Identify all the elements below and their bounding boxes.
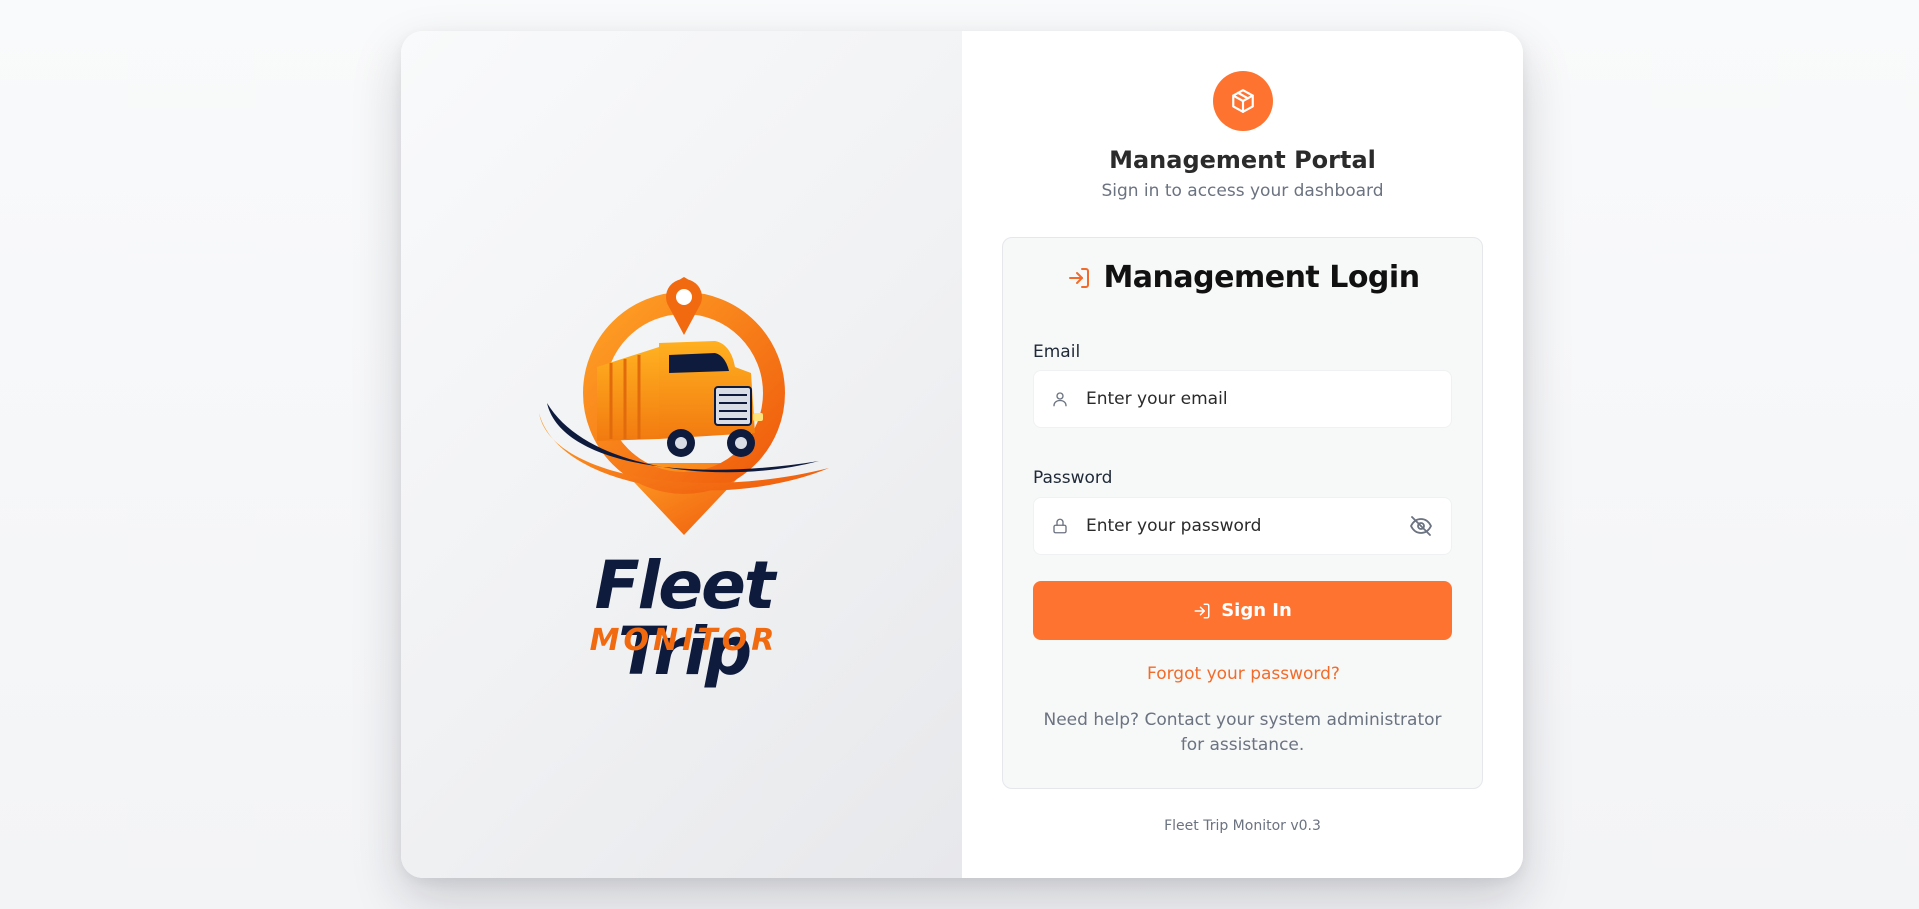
fleet-trip-monitor-logo: Fleet Trip MONITOR xyxy=(519,263,849,685)
email-field[interactable] xyxy=(1033,370,1452,428)
sign-in-button[interactable]: Sign In xyxy=(1033,581,1452,640)
lock-icon xyxy=(1050,516,1070,536)
sign-in-button-label: Sign In xyxy=(1221,600,1292,621)
help-text: Need help? Contact your system administr… xyxy=(1043,710,1442,755)
user-icon xyxy=(1050,389,1070,409)
forgot-password-link[interactable]: Forgot your password? xyxy=(1003,664,1484,684)
form-panel: Management Portal Sign in to access your… xyxy=(962,31,1523,878)
sign-in-icon xyxy=(1194,603,1210,618)
toggle-password-visibility-button[interactable] xyxy=(1407,512,1435,540)
password-label: Password xyxy=(1033,468,1113,488)
email-input[interactable] xyxy=(1084,370,1451,428)
login-heading: Management Login xyxy=(1003,260,1484,295)
password-input[interactable] xyxy=(1084,497,1407,555)
portal-badge xyxy=(1213,71,1273,131)
truck-pin-logo-icon xyxy=(539,277,829,535)
email-label: Email xyxy=(1033,342,1081,362)
login-heading-text: Management Login xyxy=(1103,260,1420,295)
password-field[interactable] xyxy=(1033,497,1452,555)
brand-panel: Fleet Trip MONITOR xyxy=(401,31,962,878)
package-icon xyxy=(1232,89,1254,113)
page-title: Management Portal xyxy=(1109,146,1376,174)
login-card: Fleet Trip MONITOR Management Portal Sig… xyxy=(401,31,1523,878)
logo-subtitle: MONITOR xyxy=(589,623,779,658)
eye-off-icon xyxy=(1410,516,1432,536)
login-page: Fleet Trip MONITOR Management Portal Sig… xyxy=(0,0,1919,909)
logo-title: Fleet Trip xyxy=(594,547,776,690)
page-subtitle: Sign in to access your dashboard xyxy=(1101,181,1384,201)
login-form: Management Login Email Password xyxy=(1002,237,1483,789)
sign-in-icon xyxy=(1069,267,1090,288)
version-label: Fleet Trip Monitor v0.3 xyxy=(1164,818,1321,834)
